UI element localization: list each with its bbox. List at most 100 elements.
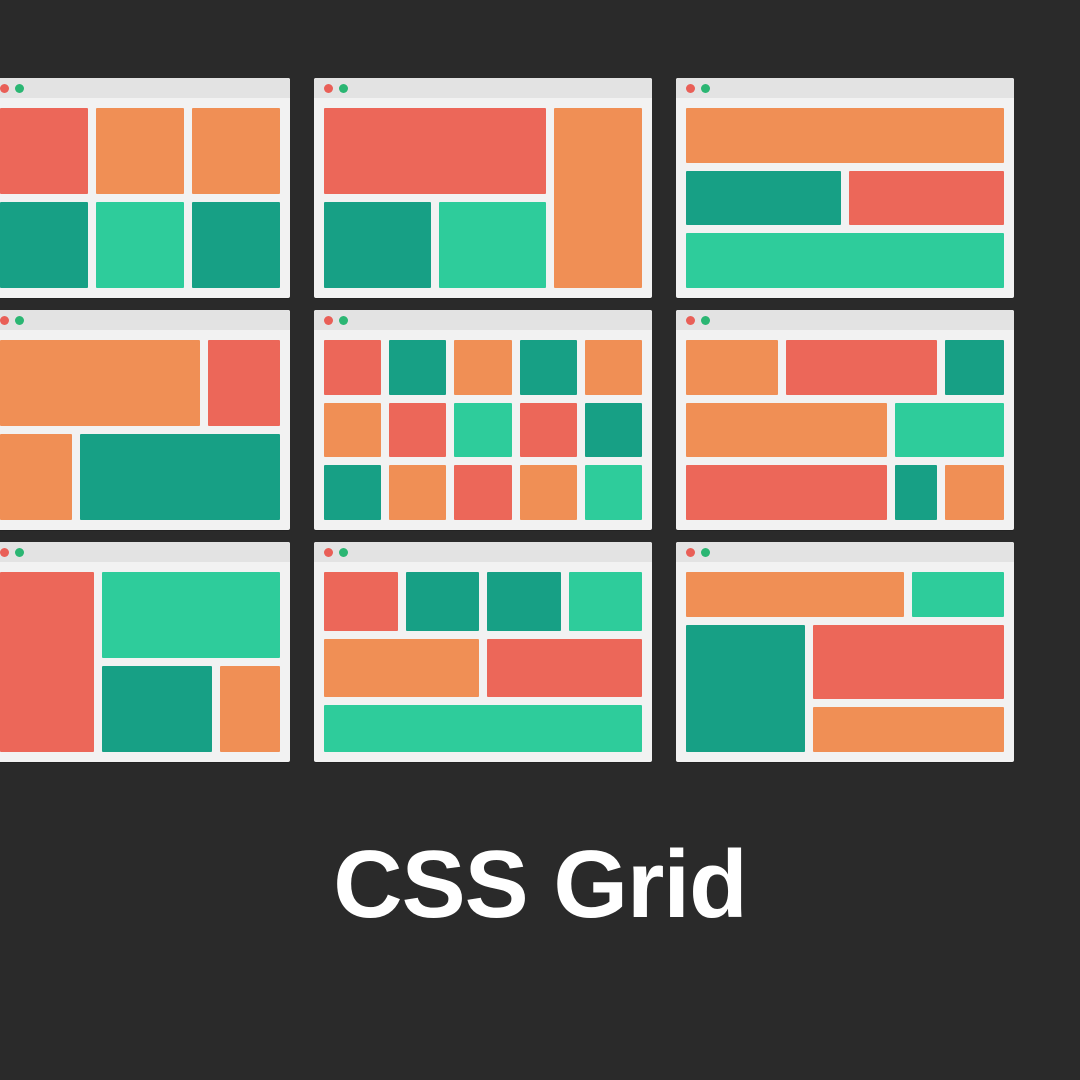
grid-cell xyxy=(324,465,381,520)
grid-cell xyxy=(324,108,546,194)
window-dot-red-icon xyxy=(0,548,9,557)
grid-cell xyxy=(454,340,511,395)
grid-cell xyxy=(102,666,213,752)
mini-browser-2b xyxy=(314,310,652,530)
grid-cell xyxy=(96,202,184,288)
window-dot-green-icon xyxy=(15,84,24,93)
window-dot-green-icon xyxy=(15,316,24,325)
grid-cell xyxy=(895,403,1004,458)
grid-cell xyxy=(0,202,88,288)
window-dot-green-icon xyxy=(701,548,710,557)
grid-cell xyxy=(324,403,381,458)
window-dot-red-icon xyxy=(686,316,695,325)
grid-cell xyxy=(0,108,88,194)
titlebar xyxy=(676,542,1014,562)
window-dot-red-icon xyxy=(686,548,695,557)
grid-layout xyxy=(676,330,1014,530)
grid-layout xyxy=(676,98,1014,298)
titlebar xyxy=(314,310,652,330)
examples-row-2 xyxy=(0,310,1080,530)
window-dot-green-icon xyxy=(339,316,348,325)
grid-cell xyxy=(912,572,1004,617)
window-dot-red-icon xyxy=(0,316,9,325)
mini-browser-1c xyxy=(676,78,1014,298)
titlebar xyxy=(314,542,652,562)
window-dot-green-icon xyxy=(701,84,710,93)
grid-cell xyxy=(324,639,479,698)
grid-cell xyxy=(389,340,446,395)
grid-cell xyxy=(520,340,577,395)
grid-cell xyxy=(406,572,480,631)
grid-cell xyxy=(813,625,1004,699)
grid-cell xyxy=(454,403,511,458)
grid-cell xyxy=(324,340,381,395)
grid-cell xyxy=(813,707,1004,752)
grid-cell xyxy=(686,340,778,395)
grid-cell xyxy=(945,465,1004,520)
window-dot-red-icon xyxy=(324,316,333,325)
titlebar xyxy=(676,78,1014,98)
grid-cell xyxy=(569,572,643,631)
grid-cell xyxy=(686,108,1004,163)
mini-browser-3a xyxy=(0,542,290,762)
grid-cell xyxy=(192,108,280,194)
mini-browser-3c xyxy=(676,542,1014,762)
grid-cell xyxy=(389,403,446,458)
grid-cell xyxy=(945,340,1004,395)
grid-cell xyxy=(487,572,561,631)
grid-cell xyxy=(686,233,1004,288)
window-dot-green-icon xyxy=(339,548,348,557)
examples-row-1 xyxy=(0,78,1080,298)
grid-cell xyxy=(520,465,577,520)
mini-browser-1b xyxy=(314,78,652,298)
titlebar xyxy=(0,78,290,98)
window-dot-red-icon xyxy=(686,84,695,93)
grid-cell xyxy=(96,108,184,194)
grid-layout xyxy=(314,562,652,762)
grid-cell xyxy=(220,666,280,752)
mini-browser-1a xyxy=(0,78,290,298)
page-title: CSS Grid xyxy=(0,830,1080,940)
grid-layout xyxy=(0,330,290,530)
grid-cell xyxy=(686,171,841,226)
grid-cell xyxy=(324,572,398,631)
mini-browser-3b xyxy=(314,542,652,762)
window-dot-red-icon xyxy=(0,84,9,93)
grid-cell xyxy=(686,465,887,520)
grid-cell xyxy=(324,202,431,288)
window-dot-green-icon xyxy=(701,316,710,325)
grid-cell xyxy=(0,434,72,520)
grid-cell xyxy=(389,465,446,520)
examples-row-3 xyxy=(0,542,1080,762)
mini-browser-2a xyxy=(0,310,290,530)
grid-cell xyxy=(192,202,280,288)
titlebar xyxy=(0,310,290,330)
grid-cell xyxy=(585,465,642,520)
grid-cell xyxy=(849,171,1004,226)
grid-cell xyxy=(0,572,94,752)
grid-layout xyxy=(676,562,1014,762)
window-dot-red-icon xyxy=(324,84,333,93)
grid-cell xyxy=(686,572,904,617)
grid-cell xyxy=(895,465,937,520)
grid-cell xyxy=(786,340,937,395)
grid-cell xyxy=(487,639,642,698)
grid-cell xyxy=(0,340,200,426)
grid-cell xyxy=(585,403,642,458)
window-dot-green-icon xyxy=(339,84,348,93)
grid-layout xyxy=(314,98,652,298)
window-dot-red-icon xyxy=(324,548,333,557)
grid-cell xyxy=(439,202,546,288)
grid-cell xyxy=(686,625,805,752)
grid-cell xyxy=(585,340,642,395)
grid-cell xyxy=(102,572,280,658)
titlebar xyxy=(676,310,1014,330)
grid-cell xyxy=(80,434,280,520)
grid-cell xyxy=(454,465,511,520)
grid-layout xyxy=(0,98,290,298)
grid-examples-board xyxy=(0,78,1080,762)
titlebar xyxy=(314,78,652,98)
grid-cell xyxy=(686,403,887,458)
grid-cell xyxy=(324,705,642,752)
grid-cell xyxy=(208,340,280,426)
